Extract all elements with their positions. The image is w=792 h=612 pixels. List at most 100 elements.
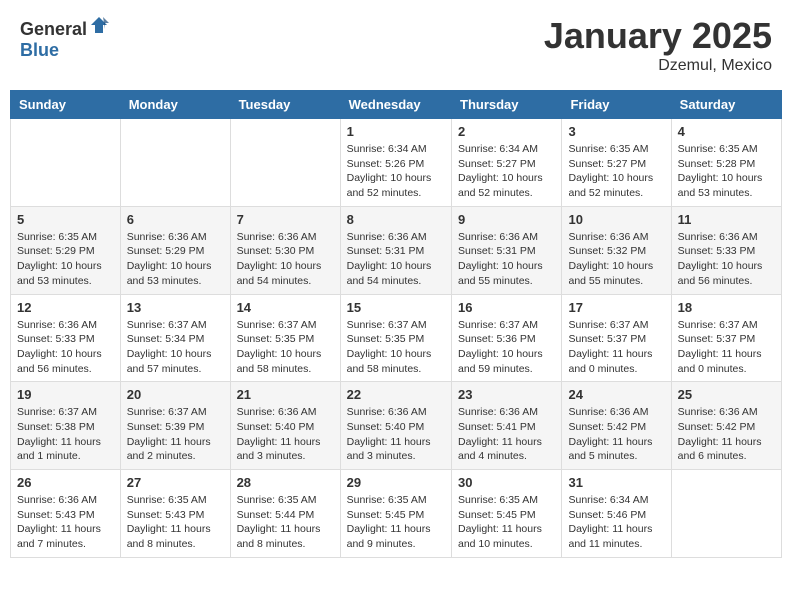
day-number: 29 (347, 475, 445, 490)
header-monday: Monday (120, 91, 230, 119)
day-number: 25 (678, 387, 775, 402)
day-info: Sunrise: 6:36 AMSunset: 5:41 PMDaylight:… (458, 405, 555, 464)
day-cell (120, 119, 230, 207)
day-info: Sunrise: 6:35 AMSunset: 5:45 PMDaylight:… (458, 493, 555, 552)
day-info: Sunrise: 6:35 AMSunset: 5:45 PMDaylight:… (347, 493, 445, 552)
day-info: Sunrise: 6:35 AMSunset: 5:43 PMDaylight:… (127, 493, 224, 552)
day-number: 21 (237, 387, 334, 402)
day-cell: 30 Sunrise: 6:35 AMSunset: 5:45 PMDayligh… (452, 470, 562, 558)
day-info: Sunrise: 6:34 AMSunset: 5:46 PMDaylight:… (568, 493, 664, 552)
day-info: Sunrise: 6:35 AMSunset: 5:29 PMDaylight:… (17, 230, 114, 289)
day-cell: 19 Sunrise: 6:37 AMSunset: 5:38 PMDayligh… (11, 382, 121, 470)
day-number: 15 (347, 300, 445, 315)
day-info: Sunrise: 6:36 AMSunset: 5:29 PMDaylight:… (127, 230, 224, 289)
day-cell: 20Sunrise: 6:37 AMSunset: 5:39 PMDayligh… (120, 382, 230, 470)
week-row-2: 5 Sunrise: 6:35 AMSunset: 5:29 PMDaylight… (11, 206, 782, 294)
day-number: 5 (17, 212, 114, 227)
day-info: Sunrise: 6:36 AMSunset: 5:33 PMDaylight:… (17, 318, 114, 377)
day-number: 9 (458, 212, 555, 227)
day-info: Sunrise: 6:35 AMSunset: 5:28 PMDaylight:… (678, 142, 775, 201)
day-number: 22 (347, 387, 445, 402)
day-cell: 26Sunrise: 6:36 AMSunset: 5:43 PMDayligh… (11, 470, 121, 558)
day-number: 8 (347, 212, 445, 227)
day-cell: 21Sunrise: 6:36 AMSunset: 5:40 PMDayligh… (230, 382, 340, 470)
day-cell: 10Sunrise: 6:36 AMSunset: 5:32 PMDayligh… (562, 206, 671, 294)
day-cell: 28 Sunrise: 6:35 AMSunset: 5:44 PMDayligh… (230, 470, 340, 558)
day-cell: 14Sunrise: 6:37 AMSunset: 5:35 PMDayligh… (230, 294, 340, 382)
calendar-header-row: SundayMondayTuesdayWednesdayThursdayFrid… (11, 91, 782, 119)
day-cell: 6Sunrise: 6:36 AMSunset: 5:29 PMDaylight… (120, 206, 230, 294)
day-number: 12 (17, 300, 114, 315)
logo: General Blue (20, 15, 109, 61)
day-number: 13 (127, 300, 224, 315)
calendar-table: SundayMondayTuesdayWednesdayThursdayFrid… (10, 90, 782, 558)
day-cell: 31 Sunrise: 6:34 AMSunset: 5:46 PMDayligh… (562, 470, 671, 558)
logo-general: General (20, 19, 87, 39)
day-cell: 3 Sunrise: 6:35 AMSunset: 5:27 PMDaylight… (562, 119, 671, 207)
day-info: Sunrise: 6:34 AMSunset: 5:27 PMDaylight:… (458, 142, 555, 201)
day-number: 18 (678, 300, 775, 315)
header-thursday: Thursday (452, 91, 562, 119)
day-cell: 25Sunrise: 6:36 AMSunset: 5:42 PMDayligh… (671, 382, 781, 470)
day-info: Sunrise: 6:36 AMSunset: 5:30 PMDaylight:… (237, 230, 334, 289)
day-cell: 12 Sunrise: 6:36 AMSunset: 5:33 PMDayligh… (11, 294, 121, 382)
day-info: Sunrise: 6:37 AMSunset: 5:35 PMDaylight:… (347, 318, 445, 377)
day-cell: 2 Sunrise: 6:34 AMSunset: 5:27 PMDaylight… (452, 119, 562, 207)
header-saturday: Saturday (671, 91, 781, 119)
day-number: 23 (458, 387, 555, 402)
title-block: January 2025 Dzemul, Mexico (544, 15, 772, 75)
day-info: Sunrise: 6:37 AMSunset: 5:36 PMDaylight:… (458, 318, 555, 377)
day-info: Sunrise: 6:36 AMSunset: 5:32 PMDaylight:… (568, 230, 664, 289)
day-number: 1 (347, 124, 445, 139)
day-number: 27 (127, 475, 224, 490)
day-info: Sunrise: 6:37 AMSunset: 5:34 PMDaylight:… (127, 318, 224, 377)
day-cell: 24 Sunrise: 6:36 AMSunset: 5:42 PMDayligh… (562, 382, 671, 470)
day-number: 20 (127, 387, 224, 402)
day-info: Sunrise: 6:35 AMSunset: 5:27 PMDaylight:… (568, 142, 664, 201)
logo-icon (89, 15, 109, 35)
location-title: Dzemul, Mexico (544, 57, 772, 75)
day-info: Sunrise: 6:36 AMSunset: 5:31 PMDaylight:… (458, 230, 555, 289)
day-cell (11, 119, 121, 207)
day-info: Sunrise: 6:35 AMSunset: 5:44 PMDaylight:… (237, 493, 334, 552)
day-cell: 7 Sunrise: 6:36 AMSunset: 5:30 PMDaylight… (230, 206, 340, 294)
day-number: 28 (237, 475, 334, 490)
day-info: Sunrise: 6:36 AMSunset: 5:42 PMDaylight:… (568, 405, 664, 464)
day-info: Sunrise: 6:37 AMSunset: 5:37 PMDaylight:… (678, 318, 775, 377)
day-number: 26 (17, 475, 114, 490)
day-number: 14 (237, 300, 334, 315)
month-title: January 2025 (544, 15, 772, 57)
day-cell: 1 Sunrise: 6:34 AMSunset: 5:26 PMDaylight… (340, 119, 451, 207)
day-info: Sunrise: 6:36 AMSunset: 5:33 PMDaylight:… (678, 230, 775, 289)
day-info: Sunrise: 6:36 AMSunset: 5:40 PMDaylight:… (347, 405, 445, 464)
day-number: 3 (568, 124, 664, 139)
day-number: 7 (237, 212, 334, 227)
day-info: Sunrise: 6:34 AMSunset: 5:26 PMDaylight:… (347, 142, 445, 201)
page-header: General Blue January 2025 Dzemul, Mexico (10, 10, 782, 80)
day-cell (230, 119, 340, 207)
day-cell: 22 Sunrise: 6:36 AMSunset: 5:40 PMDayligh… (340, 382, 451, 470)
day-number: 4 (678, 124, 775, 139)
day-number: 16 (458, 300, 555, 315)
week-row-5: 26Sunrise: 6:36 AMSunset: 5:43 PMDayligh… (11, 470, 782, 558)
day-cell: 29 Sunrise: 6:35 AMSunset: 5:45 PMDayligh… (340, 470, 451, 558)
day-cell (671, 470, 781, 558)
day-cell: 27 Sunrise: 6:35 AMSunset: 5:43 PMDayligh… (120, 470, 230, 558)
day-number: 2 (458, 124, 555, 139)
day-cell: 11 Sunrise: 6:36 AMSunset: 5:33 PMDayligh… (671, 206, 781, 294)
week-row-4: 19 Sunrise: 6:37 AMSunset: 5:38 PMDayligh… (11, 382, 782, 470)
day-info: Sunrise: 6:36 AMSunset: 5:31 PMDaylight:… (347, 230, 445, 289)
day-number: 19 (17, 387, 114, 402)
day-cell: 5 Sunrise: 6:35 AMSunset: 5:29 PMDaylight… (11, 206, 121, 294)
day-number: 30 (458, 475, 555, 490)
logo-blue: Blue (20, 40, 59, 60)
day-cell: 8 Sunrise: 6:36 AMSunset: 5:31 PMDaylight… (340, 206, 451, 294)
day-number: 24 (568, 387, 664, 402)
day-number: 11 (678, 212, 775, 227)
header-friday: Friday (562, 91, 671, 119)
day-cell: 13 Sunrise: 6:37 AMSunset: 5:34 PMDayligh… (120, 294, 230, 382)
day-info: Sunrise: 6:37 AMSunset: 5:38 PMDaylight:… (17, 405, 114, 464)
day-cell: 15 Sunrise: 6:37 AMSunset: 5:35 PMDayligh… (340, 294, 451, 382)
day-cell: 4 Sunrise: 6:35 AMSunset: 5:28 PMDaylight… (671, 119, 781, 207)
day-number: 31 (568, 475, 664, 490)
